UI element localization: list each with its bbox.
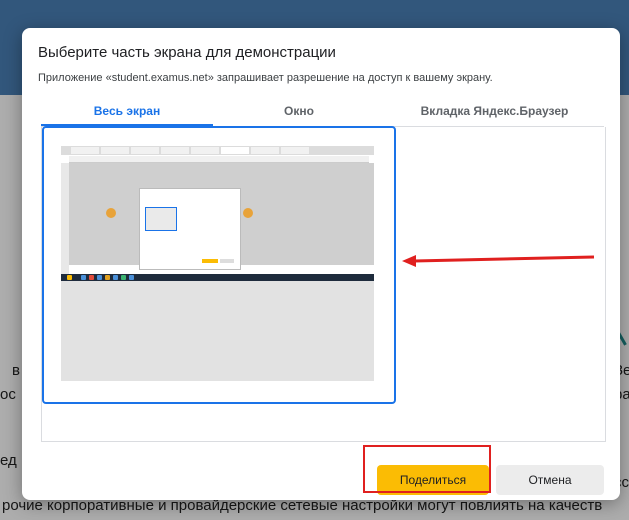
annotation-arrow-icon [402, 255, 595, 267]
thumbnail-screen-content [61, 146, 374, 281]
tab-entire-screen[interactable]: Весь экран [41, 98, 213, 124]
share-source-tabs: Весь экран Окно Вкладка Яндекс.Браузер [41, 98, 604, 126]
thumbnail-mic-icon [243, 208, 253, 218]
source-list [41, 126, 606, 442]
entire-screen-option[interactable] [42, 126, 396, 404]
screen-share-dialog: Выберите часть экрана для демонстрации П… [22, 28, 620, 500]
thumbnail-address-bar [69, 156, 369, 163]
thumbnail-dialog [139, 188, 241, 270]
thumbnail-sidebar [61, 163, 69, 281]
thumbnail-browser-tabs [61, 146, 374, 155]
tab-browser-tab[interactable]: Вкладка Яндекс.Браузер [385, 98, 604, 124]
share-button[interactable]: Поделиться [377, 465, 489, 495]
screen-thumbnail [61, 146, 374, 381]
tab-window[interactable]: Окно [213, 98, 385, 124]
dialog-subtitle: Приложение «student.examus.net» запрашив… [38, 72, 493, 84]
cancel-button[interactable]: Отмена [496, 465, 604, 495]
dialog-title: Выберите часть экрана для демонстрации [38, 44, 336, 61]
thumbnail-camera-icon [106, 208, 116, 218]
